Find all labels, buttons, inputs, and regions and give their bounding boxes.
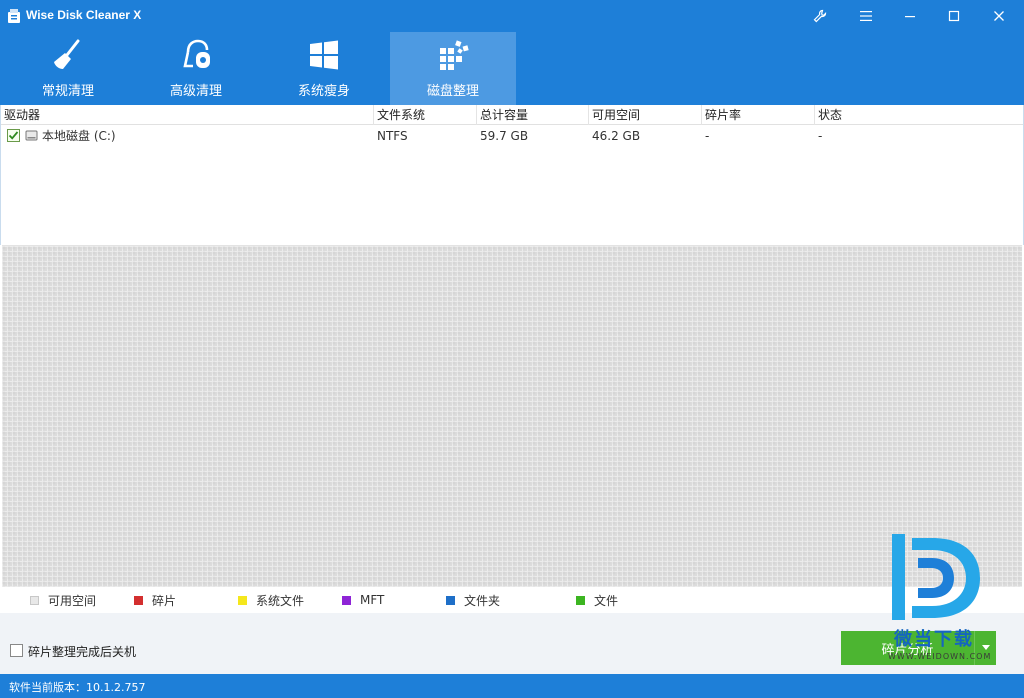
tab-label: 高级清理 [169, 84, 222, 99]
legend-label: 碎片 [152, 593, 177, 608]
legend-item-files: 文件 [576, 593, 619, 608]
watermark-logo [892, 534, 980, 620]
shutdown-after-defrag-label[interactable]: 碎片整理完成后关机 [28, 643, 136, 660]
settings-icon [813, 9, 827, 23]
legend-item-mft: MFT [342, 593, 384, 607]
legend-swatch [446, 595, 455, 605]
cluster-grid [2, 246, 1022, 587]
close-button[interactable] [977, 0, 1021, 32]
legend-swatch [134, 595, 143, 605]
legend-swatch [238, 595, 247, 605]
drive-fragmentation: - [705, 129, 710, 143]
legend-label: 系统文件 [256, 593, 305, 608]
shutdown-after-defrag-checkbox[interactable] [10, 644, 23, 657]
watermark-text: 微当下载 [894, 629, 974, 650]
column-header-total[interactable]: 总计容量 [477, 105, 589, 125]
column-header-drive[interactable]: 驱动器 [1, 105, 374, 125]
drive-free: 46.2 GB [592, 129, 641, 143]
status-bar: 软件当前版本：10.1.2.757 [0, 674, 1024, 698]
legend-label: MFT [360, 593, 385, 607]
broom-icon [54, 39, 80, 69]
drive-total: 59.7 GB [480, 129, 529, 143]
vacuum-icon [183, 39, 210, 68]
tab-disk-defrag[interactable]: 磁盘整理 [390, 32, 516, 105]
version-text: 软件当前版本：10.1.2.757 [9, 681, 146, 694]
column-header-status[interactable]: 状态 [815, 105, 1023, 125]
drive-filesystem: NTFS [377, 129, 408, 143]
legend-label: 可用空间 [48, 593, 97, 608]
column-header-filesystem[interactable]: 文件系统 [374, 105, 477, 125]
title-bar: Wise Disk Cleaner X [0, 0, 1024, 32]
legend-swatch [30, 595, 39, 605]
legend-item-system-files: 系统文件 [238, 593, 305, 608]
legend-swatch [576, 595, 585, 605]
app-title: Wise Disk Cleaner X [26, 8, 142, 22]
legend-label: 文件夹 [464, 593, 501, 608]
legend: 可用空间 碎片 系统文件 MFT 文件夹 文件 [0, 587, 1024, 613]
menu-icon [860, 11, 872, 21]
action-bar: 碎片整理完成后关机 碎片分析 [0, 613, 1024, 674]
legend-item-folders: 文件夹 [446, 593, 501, 608]
tab-label: 系统瘦身 [297, 84, 350, 99]
maximize-icon [948, 10, 960, 22]
drive-status: - [818, 129, 823, 143]
menu-button[interactable] [844, 0, 888, 32]
tab-system-slim[interactable]: 系统瘦身 [261, 32, 387, 105]
cluster-map [2, 245, 1022, 587]
legend-item-fragments: 碎片 [134, 593, 177, 608]
minimize-button[interactable] [888, 0, 932, 32]
legend-item-free-space: 可用空间 [30, 593, 97, 608]
watermark-url: WWW.WEIDOWN.COM [888, 652, 992, 661]
chevron-down-icon [981, 645, 990, 650]
drive-name: 本地磁盘 (C:) [42, 129, 116, 143]
column-header-fragmentation[interactable]: 碎片率 [702, 105, 815, 125]
app-logo-icon [8, 9, 20, 23]
close-icon [994, 11, 1004, 21]
tab-label: 磁盘整理 [426, 84, 479, 99]
defrag-icon [440, 40, 469, 70]
legend-label: 文件 [594, 593, 619, 608]
maximize-button[interactable] [932, 0, 976, 32]
table-row[interactable]: 本地磁盘 (C:) NTFS 59.7 GB 46.2 GB - - [1, 126, 1023, 146]
main-nav: 常规清理 高级清理 系统瘦身 磁盘整理 [0, 32, 1024, 105]
tab-label: 常规清理 [41, 84, 94, 99]
windows-icon [310, 40, 338, 70]
legend-swatch [342, 595, 351, 605]
drive-list: 驱动器 文件系统 总计容量 可用空间 碎片率 状态 本地磁盘 (C:) NTFS… [0, 105, 1024, 245]
column-header-free[interactable]: 可用空间 [589, 105, 702, 125]
tab-advanced-clean[interactable]: 高级清理 [133, 32, 259, 105]
tab-regular-clean[interactable]: 常规清理 [5, 32, 131, 105]
settings-button[interactable] [798, 0, 842, 32]
minimize-icon [905, 16, 915, 18]
drive-list-header: 驱动器 文件系统 总计容量 可用空间 碎片率 状态 [1, 105, 1023, 125]
